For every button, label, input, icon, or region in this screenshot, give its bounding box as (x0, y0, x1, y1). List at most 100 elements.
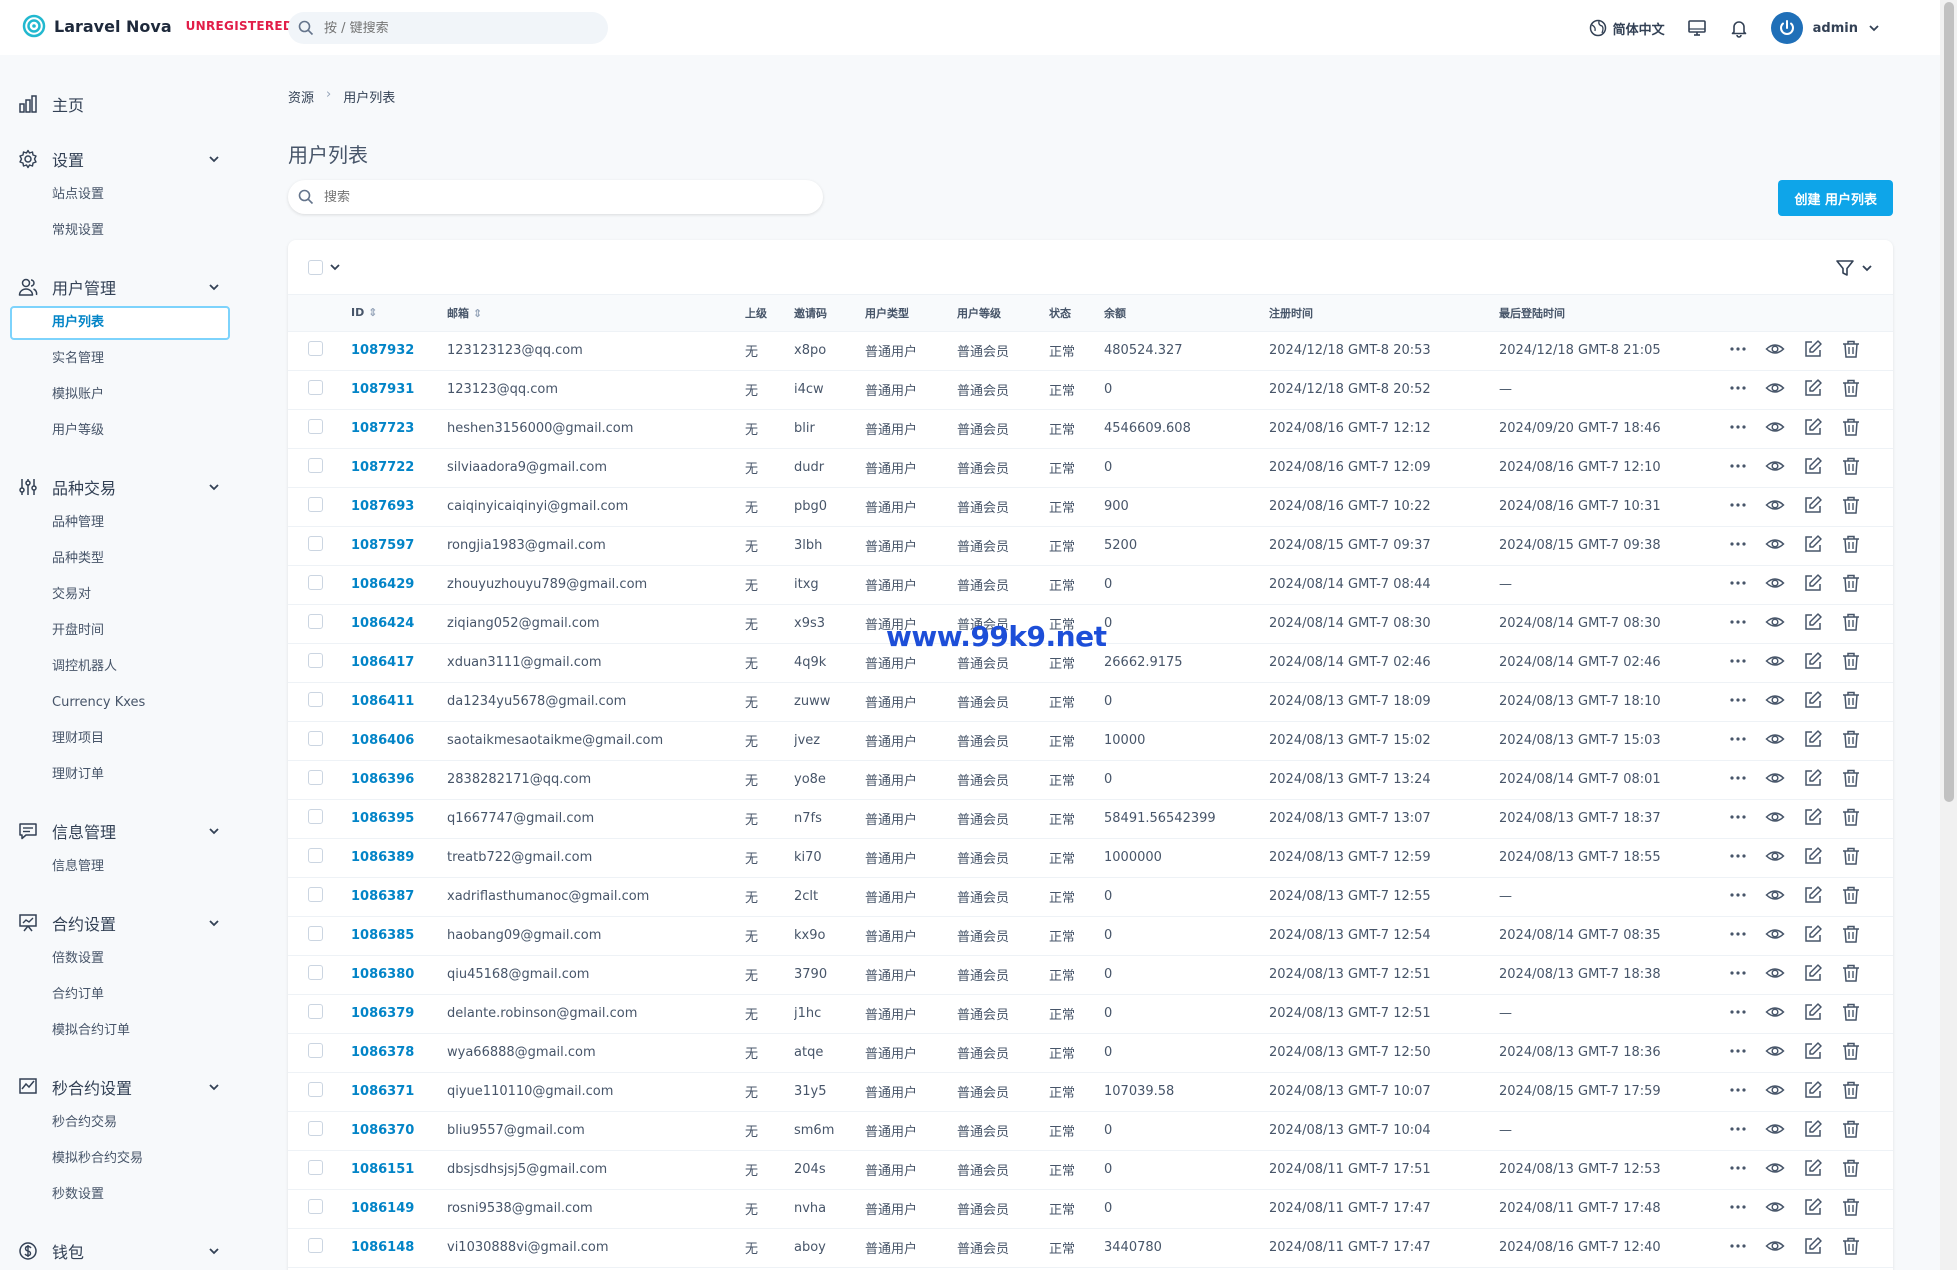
eye-icon[interactable] (1765, 612, 1785, 636)
edit-icon[interactable] (1803, 534, 1823, 558)
table-row[interactable]: 1086378 wya66888@gmail.com 无 atqe 普通用户 普通会员 正常… (288, 1033, 1893, 1073)
sidebar-item-contract-orders[interactable]: 合约订单 (52, 984, 104, 1006)
table-row[interactable]: 1086396 2838282171@qq.com 无 yo8e 普通用户 普通会员 正常 0… (288, 760, 1893, 800)
sidebar-item-symbol-types[interactable]: 品种类型 (52, 548, 104, 570)
cell-id[interactable]: 1086429 (351, 565, 447, 605)
row-checkbox[interactable] (308, 1004, 323, 1019)
sidebar-item-trading-pairs[interactable]: 交易对 (52, 584, 91, 606)
table-row[interactable]: 1086411 da1234yu5678@gmail.com 无 zuww 普通用户 普通… (288, 682, 1893, 722)
cell-id[interactable]: 1087932 (351, 331, 447, 371)
more-icon[interactable] (1729, 1237, 1747, 1259)
row-checkbox[interactable] (308, 731, 323, 746)
row-checkbox[interactable] (308, 653, 323, 668)
row-checkbox[interactable] (308, 575, 323, 590)
row-checkbox[interactable] (308, 614, 323, 629)
table-row[interactable]: 1086385 haobang09@gmail.com 无 kx9o 普通用户 普通会员正… (288, 916, 1893, 956)
sidebar-item-wealth-orders[interactable]: 理财订单 (52, 764, 104, 786)
language-switcher[interactable]: 简体中文 (1589, 19, 1665, 38)
trash-icon[interactable] (1841, 612, 1861, 636)
trash-icon[interactable] (1841, 768, 1861, 792)
trash-icon[interactable] (1841, 807, 1861, 831)
cell-id[interactable]: 1087597 (351, 526, 447, 566)
table-row[interactable]: 1086387 xadriflasthumanoc@gmail.com 无 2clt 普… (288, 877, 1893, 917)
row-checkbox[interactable] (308, 926, 323, 941)
row-checkbox[interactable] (308, 770, 323, 785)
cell-id[interactable]: 1087931 (351, 370, 447, 410)
trash-icon[interactable] (1841, 963, 1861, 987)
edit-icon[interactable] (1803, 963, 1823, 987)
table-row[interactable]: 1087597 rongjia1983@gmail.com 无 3lbh 普通用户 普通会… (288, 526, 1893, 566)
row-checkbox[interactable] (308, 887, 323, 902)
cell-id[interactable]: 1086371 (351, 1072, 447, 1112)
table-row[interactable]: 1086380 qiu45168@gmail.com 无 3790 普通用户 普通会员 正常… (288, 955, 1893, 995)
trash-icon[interactable] (1841, 924, 1861, 948)
eye-icon[interactable] (1765, 885, 1785, 909)
sidebar-section-user-management[interactable]: 用户管理 (18, 273, 220, 301)
row-checkbox[interactable] (308, 380, 323, 395)
row-checkbox[interactable] (308, 1082, 323, 1097)
trash-icon[interactable] (1841, 456, 1861, 480)
table-row[interactable]: 1087693 caiqinyicaiqinyi@gmail.com 无 pbg0 普通… (288, 487, 1893, 527)
cell-id[interactable]: 1086378 (351, 1033, 447, 1073)
more-icon[interactable] (1729, 1081, 1747, 1103)
page-scrollbar[interactable] (1940, 0, 1957, 1270)
eye-icon[interactable] (1765, 768, 1785, 792)
sidebar-section-home[interactable]: 主页 (18, 90, 220, 118)
user-menu[interactable]: admin (1770, 12, 1880, 44)
trash-icon[interactable] (1841, 339, 1861, 363)
cell-id[interactable]: 1086148 (351, 1228, 447, 1268)
row-checkbox[interactable] (308, 1121, 323, 1136)
cell-id[interactable]: 1086411 (351, 682, 447, 722)
table-row[interactable]: 1086370 bliu9557@gmail.com 无 sm6m 普通用户 普通会员 正常… (288, 1111, 1893, 1151)
eye-icon[interactable] (1765, 1197, 1785, 1221)
trash-icon[interactable] (1841, 651, 1861, 675)
row-checkbox[interactable] (308, 692, 323, 707)
resource-search-input[interactable] (324, 189, 794, 205)
row-checkbox[interactable] (308, 458, 323, 473)
trash-icon[interactable] (1841, 1158, 1861, 1182)
more-icon[interactable] (1729, 1198, 1747, 1220)
edit-icon[interactable] (1803, 690, 1823, 714)
trash-icon[interactable] (1841, 1002, 1861, 1026)
eye-icon[interactable] (1765, 417, 1785, 441)
sidebar-section-trading[interactable]: 品种交易 (18, 473, 220, 501)
more-icon[interactable] (1729, 1003, 1747, 1025)
more-icon[interactable] (1729, 730, 1747, 752)
cell-id[interactable]: 1086385 (351, 916, 447, 956)
edit-icon[interactable] (1803, 378, 1823, 402)
cell-id[interactable]: 1087693 (351, 487, 447, 527)
sidebar-item-control-robot[interactable]: 调控机器人 (52, 656, 117, 678)
cell-id[interactable]: 1086149 (351, 1189, 447, 1229)
sidebar-item-message-management[interactable]: 信息管理 (52, 856, 104, 878)
cell-id[interactable]: 1087723 (351, 409, 447, 449)
edit-icon[interactable] (1803, 1041, 1823, 1065)
sidebar-item-user-list[interactable]: 用户列表 (10, 306, 230, 340)
trash-icon[interactable] (1841, 1080, 1861, 1104)
more-icon[interactable] (1729, 847, 1747, 869)
table-row[interactable]: 1087931 123123@qq.com 无 i4cw 普通用户 普通会员 正常 0 2024… (288, 370, 1893, 410)
trash-icon[interactable] (1841, 378, 1861, 402)
more-icon[interactable] (1729, 496, 1747, 518)
edit-icon[interactable] (1803, 1119, 1823, 1143)
eye-icon[interactable] (1765, 690, 1785, 714)
edit-icon[interactable] (1803, 846, 1823, 870)
sidebar-item-user-levels[interactable]: 用户等级 (52, 420, 104, 442)
table-row[interactable]: 1086149 rosni9538@gmail.com 无 nvha 普通用户 普通会员正… (288, 1189, 1893, 1229)
more-icon[interactable] (1729, 691, 1747, 713)
header-id[interactable]: ID ⇕ (351, 295, 447, 332)
cell-id[interactable]: 1086151 (351, 1150, 447, 1190)
eye-icon[interactable] (1765, 1119, 1785, 1143)
select-all-checkbox[interactable] (308, 259, 323, 275)
filter-button[interactable] (1835, 258, 1873, 278)
header-email[interactable]: 邮箱 ⇕ (447, 295, 745, 332)
sidebar-item-demo-accounts[interactable]: 模拟账户 (52, 384, 104, 406)
scrollbar-thumb[interactable] (1944, 2, 1954, 802)
edit-icon[interactable] (1803, 495, 1823, 519)
trash-icon[interactable] (1841, 846, 1861, 870)
trash-icon[interactable] (1841, 534, 1861, 558)
table-row[interactable]: 1087932 123123123@qq.com 无 x8po 普通用户 普通会员 正常 48… (288, 331, 1893, 371)
cell-id[interactable]: 1086417 (351, 643, 447, 683)
table-row[interactable]: 1086148 vi1030888vi@gmail.com 无 aboy 普通用户 普通会… (288, 1228, 1893, 1268)
more-icon[interactable] (1729, 340, 1747, 362)
trash-icon[interactable] (1841, 417, 1861, 441)
